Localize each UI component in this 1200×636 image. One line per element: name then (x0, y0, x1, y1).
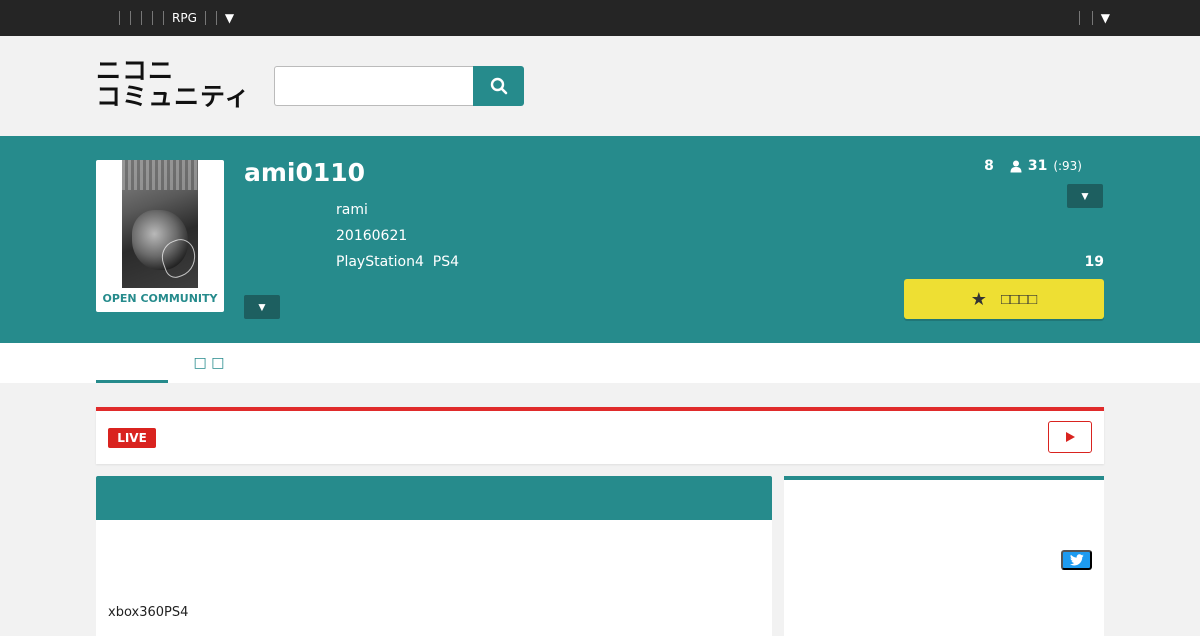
tab-top[interactable] (96, 343, 168, 383)
card-header (96, 476, 772, 520)
logo-line-2: コミュニティ (96, 82, 251, 111)
community-tags[interactable]: PlayStation4 PS4 (336, 254, 459, 270)
global-topbar: RPG ▼ ▼ (0, 0, 1200, 36)
live-panel: LIVE (96, 407, 1104, 464)
member-count: 31 (1027, 158, 1048, 174)
topbar-separator (1078, 11, 1080, 25)
sidebar-card (784, 476, 1104, 636)
logo-line-1: ニコニ (96, 56, 175, 85)
search-button[interactable] (473, 66, 524, 106)
community-tabs: □ □ (0, 343, 1200, 383)
search-icon (490, 77, 507, 95)
topbar-link-rpg[interactable]: RPG (172, 11, 197, 25)
community-photo (122, 160, 198, 288)
topbar-more-dropdown[interactable]: ▼ (225, 11, 234, 25)
tweet-button[interactable] (1061, 550, 1092, 570)
tab-second[interactable]: □ □ (188, 343, 230, 383)
star-icon: ★ (970, 288, 987, 309)
community-level: 8 (984, 158, 994, 174)
member-icon (1010, 160, 1022, 172)
topbar-separator (152, 11, 153, 25)
community-stats: 8 31 (:93) (984, 158, 1082, 174)
community-description: xbox360PS4 (108, 605, 189, 620)
community-name: ami0110 (244, 158, 366, 187)
topbar-separator (119, 11, 120, 25)
topbar-separator (1091, 11, 1093, 25)
live-badge: LIVE (108, 428, 156, 448)
topbar-separator (163, 11, 164, 25)
open-community-badge: OPEN COMMUNITY (102, 292, 218, 305)
community-details-toggle[interactable]: ▼ (244, 295, 280, 319)
follower-count: 19 (1084, 254, 1104, 270)
member-capacity: (:93) (1053, 159, 1082, 173)
site-logo[interactable]: ニコニ コミュニティ (96, 58, 256, 114)
community-created-date: 20160621 (336, 228, 408, 244)
site-header: ニコニ コミュニティ (0, 36, 1200, 136)
community-description-card: xbox360PS4 (96, 476, 772, 636)
community-thumbnail[interactable]: OPEN COMMUNITY (96, 160, 224, 312)
topbar-separator (204, 11, 206, 25)
play-live-button[interactable] (1048, 421, 1092, 453)
community-owner[interactable]: rami (336, 202, 368, 218)
play-icon (1066, 432, 1075, 442)
topbar-right: ▼ (1073, 0, 1110, 36)
twitter-icon (1069, 554, 1084, 566)
search-input[interactable] (274, 66, 473, 106)
community-menu-toggle[interactable]: ▼ (1067, 184, 1103, 208)
topbar-separator (215, 11, 217, 25)
follow-button[interactable]: ★ □□□□ (904, 279, 1104, 319)
follow-button-label: □□□□ (1000, 290, 1038, 308)
community-header: OPEN COMMUNITY ami0110 rami 20160621 Pla… (0, 136, 1200, 343)
topbar-separator (141, 11, 142, 25)
topbar-nav: RPG ▼ (114, 0, 234, 36)
user-menu-dropdown[interactable]: ▼ (1101, 11, 1110, 25)
topbar-separator (130, 11, 131, 25)
